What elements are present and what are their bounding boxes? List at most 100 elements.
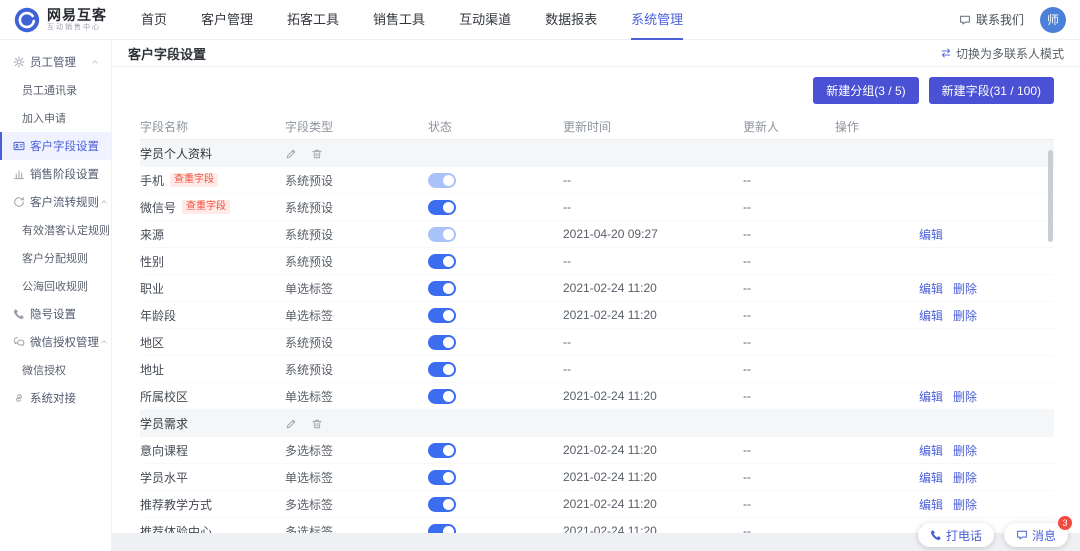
field-name: 推荐体验中心 [140,523,212,534]
updater: -- [743,443,751,457]
sidebar-item-3[interactable]: 客户字段设置 [0,132,111,160]
nav-item-0[interactable]: 首页 [141,0,167,40]
sidebar-item-1[interactable]: 员工通讯录 [0,76,111,104]
sidebar-item-9[interactable]: 隐号设置 [0,300,111,328]
message-button[interactable]: 消息 3 [1004,523,1068,547]
status-toggle[interactable] [428,227,456,242]
edit-icon[interactable] [285,148,297,160]
field-row: 年龄段单选标签2021-02-24 11:20--编辑删除 [140,302,1054,329]
sidebar-item-7[interactable]: 客户分配规则 [0,244,111,272]
link-icon [12,392,25,404]
status-toggle[interactable] [428,308,456,323]
updater: -- [743,524,751,533]
field-row: 性别系统预设---- [140,248,1054,275]
sidebar-item-5[interactable]: 客户流转规则 [0,188,111,216]
edit-link[interactable]: 编辑 [919,226,943,243]
trash-icon[interactable] [311,418,323,430]
sidebar-item-10[interactable]: 微信授权管理 [0,328,111,356]
nav-item-2[interactable]: 拓客工具 [287,0,339,40]
updated-time: -- [563,335,571,349]
sidebar-item-label: 微信授权 [22,362,66,378]
field-type: 系统预设 [285,334,333,351]
delete-link[interactable]: 删除 [953,469,977,486]
column-header: 更新人 [743,118,835,135]
topbar-right: 联系我们 师 [959,7,1080,33]
sidebar-item-label: 员工通讯录 [22,82,77,98]
nav-item-3[interactable]: 销售工具 [373,0,425,40]
edit-link[interactable]: 编辑 [919,442,943,459]
group-name: 学员个人资料 [140,145,212,162]
new-group-button[interactable]: 新建分组(3 / 5) [813,77,918,104]
sidebar-item-2[interactable]: 加入申请 [0,104,111,132]
status-toggle[interactable] [428,443,456,458]
delete-link[interactable]: 删除 [953,307,977,324]
field-name: 性别 [140,253,164,270]
avatar[interactable]: 师 [1040,7,1066,33]
status-toggle[interactable] [428,173,456,188]
chevron-up-icon [90,56,100,68]
nav-item-5[interactable]: 数据报表 [545,0,597,40]
sidebar-item-label: 公海回收规则 [22,278,88,294]
status-toggle[interactable] [428,362,456,377]
phone-icon [12,308,25,320]
field-row: 意向课程多选标签2021-02-24 11:20--编辑删除 [140,437,1054,464]
updater: -- [743,173,751,187]
status-toggle[interactable] [428,524,456,534]
delete-link[interactable]: 删除 [953,388,977,405]
chevron-up-icon [99,336,109,348]
sidebar-item-12[interactable]: 系统对接 [0,384,111,412]
call-button[interactable]: 打电话 [918,523,994,547]
sidebar-item-11[interactable]: 微信授权 [0,356,111,384]
delete-link[interactable]: 删除 [953,496,977,513]
status-toggle[interactable] [428,281,456,296]
delete-link[interactable]: 删除 [953,442,977,459]
chart-icon [12,168,25,180]
updater: -- [743,470,751,484]
trash-icon[interactable] [311,148,323,160]
edit-link[interactable]: 编辑 [919,280,943,297]
message-badge: 3 [1058,516,1072,530]
sidebar-item-8[interactable]: 公海回收规则 [0,272,111,300]
nav-item-4[interactable]: 互动渠道 [459,0,511,40]
edit-link[interactable]: 编辑 [919,496,943,513]
updated-time: 2021-04-20 09:27 [563,227,658,241]
nav-item-1[interactable]: 客户管理 [201,0,253,40]
updater: -- [743,389,751,403]
sidebar-item-label: 员工管理 [30,54,76,70]
field-name: 推荐教学方式 [140,496,212,513]
field-type: 系统预设 [285,199,333,216]
nav-item-6[interactable]: 系统管理 [631,0,683,40]
sidebar-item-0[interactable]: 员工管理 [0,48,111,76]
table-header: 字段名称字段类型状态更新时间更新人操作 [140,114,1054,140]
edit-link[interactable]: 编辑 [919,469,943,486]
status-toggle[interactable] [428,389,456,404]
status-toggle[interactable] [428,470,456,485]
updater: -- [743,308,751,322]
status-toggle[interactable] [428,254,456,269]
delete-link[interactable]: 删除 [953,280,977,297]
chat-icon [959,14,971,26]
new-field-button[interactable]: 新建字段(31 / 100) [929,77,1054,104]
toolbar: 新建分组(3 / 5) 新建字段(31 / 100) [140,77,1054,104]
field-type: 单选标签 [285,280,333,297]
field-type: 单选标签 [285,469,333,486]
sidebar-item-4[interactable]: 销售阶段设置 [0,160,111,188]
mode-switch-button[interactable]: 切换为多联系人模式 [940,45,1064,62]
phone-icon [930,529,942,541]
edit-icon[interactable] [285,418,297,430]
status-toggle[interactable] [428,200,456,215]
dedupe-tag: 查重字段 [170,173,218,187]
edit-link[interactable]: 编辑 [919,307,943,324]
status-toggle[interactable] [428,497,456,512]
updated-time: 2021-02-24 11:20 [563,281,657,295]
contact-us-button[interactable]: 联系我们 [959,11,1024,28]
column-header: 状态 [428,118,563,135]
sidebar-item-label: 有效潜客认定规则 [22,222,110,238]
sidebar-item-6[interactable]: 有效潜客认定规则 [0,216,111,244]
column-header: 字段类型 [285,118,428,135]
sidebar-item-label: 销售阶段设置 [30,166,99,182]
status-toggle[interactable] [428,335,456,350]
scrollbar-thumb[interactable] [1048,150,1053,242]
edit-link[interactable]: 编辑 [919,388,943,405]
updated-time: -- [563,200,571,214]
